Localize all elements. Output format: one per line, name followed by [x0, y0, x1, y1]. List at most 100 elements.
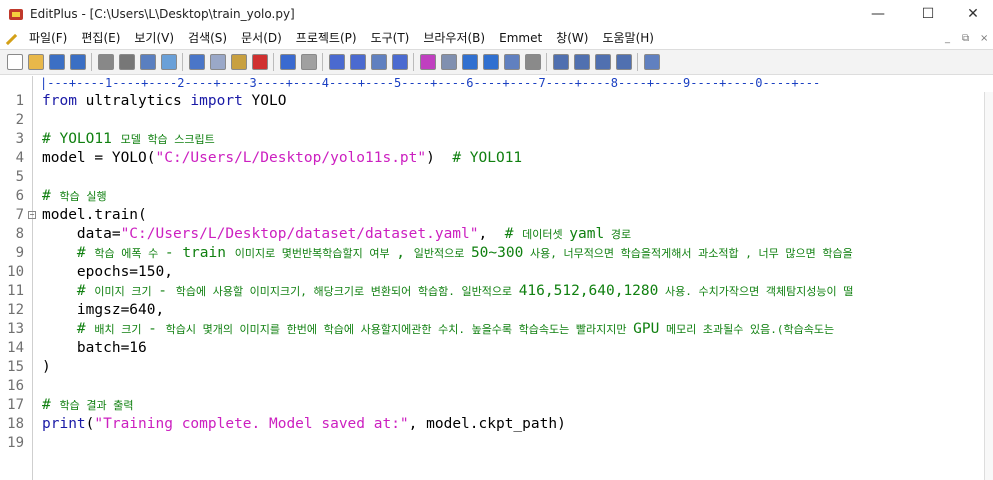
column-icon[interactable] — [503, 54, 520, 70]
delete-icon[interactable] — [251, 54, 268, 70]
menu-document[interactable]: 문서(D) — [234, 28, 289, 49]
code-token: 학습 결과 출력 — [59, 399, 134, 412]
redo-icon[interactable] — [300, 54, 317, 70]
indent-icon[interactable] — [391, 54, 408, 70]
code-line[interactable]: 17 # 학습 결과 출력 — [0, 396, 993, 415]
paste-icon[interactable] — [230, 54, 247, 70]
undo-icon[interactable] — [279, 54, 296, 70]
window-tile-icon[interactable] — [552, 54, 569, 70]
code-line[interactable]: 3 # YOLO11 모델 학습 스크립트 — [0, 130, 993, 149]
wordwrap-icon[interactable] — [461, 54, 478, 70]
code-token: "C:/Users/L/Desktop/yolo11s.pt" — [155, 150, 427, 166]
menu-help[interactable]: 도움말(H) — [595, 28, 661, 49]
maximize-button[interactable]: ☐ — [905, 0, 951, 28]
browser-icon[interactable] — [160, 54, 177, 70]
code-line[interactable]: 19 — [0, 434, 993, 453]
code-line[interactable]: 11 # 이미지 크기 - 학습에 사용할 이미지크기, 해당크기로 변환되어 … — [0, 282, 993, 301]
code-line[interactable]: 4 model = YOLO("C:/Users/L/Desktop/yolo11… — [0, 149, 993, 168]
code-text: data="C:/Users/L/Desktop/dataset/dataset… — [42, 225, 631, 244]
hex-icon[interactable] — [440, 54, 457, 70]
doc-minimize-button[interactable]: _ — [945, 28, 950, 49]
code-line[interactable]: 5 — [0, 168, 993, 187]
goto-icon[interactable] — [370, 54, 387, 70]
code-token: 이미지 크기 — [94, 285, 159, 298]
code-text: from ultralytics import YOLO — [42, 92, 286, 111]
menu-file[interactable]: 파일(F) — [22, 28, 74, 49]
code-line[interactable]: 9 # 학습 에폭 수 - train 이미지로 몇번반복학습할지 여부 , 일… — [0, 244, 993, 263]
code-text: model = YOLO("C:/Users/L/Desktop/yolo11s… — [42, 149, 522, 168]
fold-toggle-icon[interactable]: − — [28, 211, 36, 219]
code-token: 416,512,640,1280 — [518, 283, 659, 299]
print-icon[interactable] — [118, 54, 135, 70]
menu-tools[interactable]: 도구(T) — [364, 28, 417, 49]
code-token: 학습시 몇개의 이미지를 한번에 학습에 사용할지에관한 수치. 높을수록 학습… — [165, 323, 634, 336]
title-bar: EditPlus - [C:\Users\L\Desktop\train_yol… — [0, 0, 993, 28]
vertical-scrollbar[interactable] — [984, 92, 993, 480]
code-text: epochs=150, — [42, 263, 173, 282]
menu-emmet[interactable]: Emmet — [492, 28, 549, 49]
line-number-icon[interactable] — [482, 54, 499, 70]
code-line[interactable]: 1 from ultralytics import YOLO — [0, 92, 993, 111]
save-icon[interactable] — [48, 54, 65, 70]
line-number: 1 — [15, 93, 24, 109]
window-full-icon[interactable] — [615, 54, 632, 70]
menu-window[interactable]: 창(W) — [549, 28, 595, 49]
line-number: 16 — [7, 378, 24, 394]
code-line[interactable]: 15) — [0, 358, 993, 377]
open-folder-icon[interactable] — [27, 54, 44, 70]
editplus-app-icon[interactable] — [8, 6, 24, 22]
code-token: ) — [42, 359, 51, 375]
code-token: - — [148, 321, 166, 337]
code-token: data= — [42, 226, 121, 242]
window-title: EditPlus - [C:\Users\L\Desktop\train_yol… — [30, 7, 295, 21]
code-token: 학습에 사용할 이미지크기, 해당크기로 변환되어 학습함. 일반적으로 — [175, 285, 519, 298]
line-number: 13 — [7, 321, 24, 337]
minimize-button[interactable]: — — [855, 0, 901, 28]
copy-icon[interactable] — [209, 54, 226, 70]
code-editor[interactable]: 1 from ultralytics import YOLO 2 3 # YOLO11 … — [0, 92, 993, 480]
code-text: # 이미지 크기 - 학습에 사용할 이미지크기, 해당크기로 변환되어 학습함… — [42, 282, 854, 301]
code-line[interactable]: 6 # 학습 실행 — [0, 187, 993, 206]
code-token: # — [42, 188, 60, 204]
help-icon[interactable] — [643, 54, 660, 70]
font-icon[interactable] — [419, 54, 436, 70]
close-button[interactable]: ✕ — [950, 0, 993, 28]
toolbar-separator — [413, 53, 414, 71]
code-line[interactable]: 7− model.train( — [0, 206, 993, 225]
menu-bar: 파일(F) 편집(E) 보기(V) 검색(S) 문서(D) 프로젝트(P) 도구… — [0, 28, 993, 49]
window-cascade-icon[interactable] — [573, 54, 590, 70]
code-line[interactable]: 13 # 배치 크기 - 학습시 몇개의 이미지를 한번에 학습에 사용할지에관… — [0, 320, 993, 339]
replace-icon[interactable] — [349, 54, 366, 70]
code-token: ) — [426, 150, 453, 166]
code-token: epochs=150, — [42, 264, 173, 280]
find-icon[interactable] — [328, 54, 345, 70]
code-line[interactable]: 8 data="C:/Users/L/Desktop/dataset/datas… — [0, 225, 993, 244]
code-token: 사용. 수치가작으면 객체탐지성능이 떨 — [658, 285, 854, 298]
toolbar-separator — [637, 53, 638, 71]
pencil-icon[interactable] — [2, 30, 20, 48]
code-line[interactable]: 14 batch=16 — [0, 339, 993, 358]
menu-project[interactable]: 프로젝트(P) — [289, 28, 364, 49]
new-file-icon[interactable] — [6, 54, 23, 70]
code-line[interactable]: 16 — [0, 377, 993, 396]
doc-close-button[interactable]: × — [980, 28, 988, 49]
toolbar-separator — [546, 53, 547, 71]
save-all-icon[interactable] — [69, 54, 86, 70]
code-token: 경로 — [604, 228, 632, 241]
menu-browser[interactable]: 브라우저(B) — [416, 28, 492, 49]
code-line[interactable]: 10 epochs=150, — [0, 263, 993, 282]
code-line[interactable]: 2 — [0, 111, 993, 130]
print-preview-icon[interactable] — [97, 54, 114, 70]
cut-icon[interactable] — [188, 54, 205, 70]
code-token: 사용, 너무적으면 학습을적게해서 과소적합 , 너무 많으면 학습을 — [523, 247, 853, 260]
spellcheck-icon[interactable] — [139, 54, 156, 70]
menu-edit[interactable]: 편집(E) — [74, 28, 127, 49]
settings-icon[interactable] — [524, 54, 541, 70]
code-line[interactable]: 12 imgsz=640, — [0, 301, 993, 320]
line-number: 9 — [15, 245, 24, 261]
menu-search[interactable]: 검색(S) — [181, 28, 234, 49]
code-line[interactable]: 18 print("Training complete. Model saved … — [0, 415, 993, 434]
window-split-icon[interactable] — [594, 54, 611, 70]
menu-view[interactable]: 보기(V) — [127, 28, 181, 49]
doc-restore-button[interactable]: ⧉ — [962, 28, 969, 49]
